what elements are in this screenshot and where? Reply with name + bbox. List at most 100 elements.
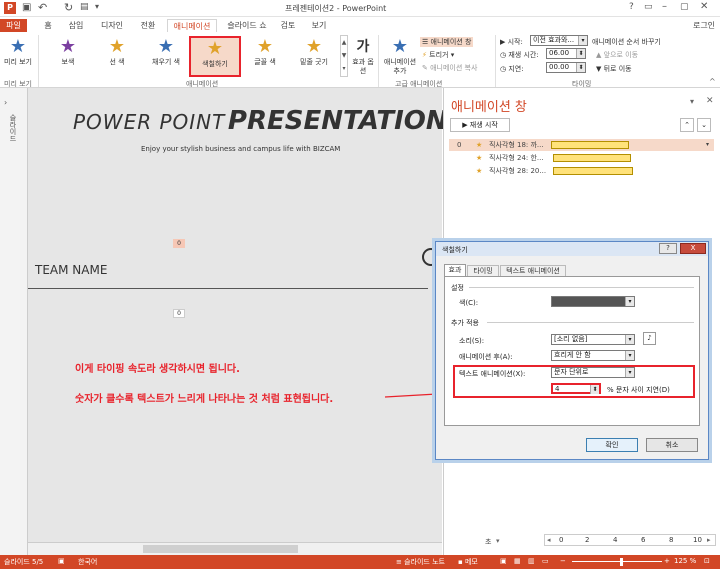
- tab-animations[interactable]: 애니메이션: [167, 19, 217, 32]
- tab-transitions[interactable]: 전환: [136, 19, 160, 32]
- painter-icon: ✎: [422, 64, 431, 72]
- scrollbar-thumb[interactable]: [143, 545, 298, 553]
- gallery-complementary[interactable]: ★ 보색: [44, 36, 92, 76]
- after-animation-select[interactable]: 흐리게 안 함 ▾: [551, 350, 635, 361]
- gallery-scroll[interactable]: ▲ ▼ ▾: [340, 35, 348, 77]
- star-icon: ★: [476, 167, 483, 175]
- tab-text-animation[interactable]: 텍스트 애니메이션: [500, 265, 566, 276]
- char-delay-input[interactable]: 4 ⬍: [551, 383, 601, 394]
- group-divider: [487, 322, 694, 323]
- timing-bar[interactable]: [553, 167, 633, 175]
- duration-input[interactable]: 06.00 ⬍: [546, 48, 586, 59]
- tab-slideshow[interactable]: 슬라이드 쇼: [224, 19, 270, 32]
- timing-bar[interactable]: [551, 141, 629, 149]
- slide-title[interactable]: POWER POINT PRESENTATION: [73, 106, 448, 136]
- slides-panel-collapsed[interactable]: › 슬라이드: [0, 88, 28, 555]
- speaker-icon[interactable]: ♪: [643, 332, 656, 345]
- gallery-brush-color[interactable]: ★ 색칠하기: [189, 36, 241, 77]
- team-name-text[interactable]: TEAM NAME: [35, 263, 107, 277]
- trigger-button[interactable]: ⚡ 트리거 ▾: [422, 50, 454, 60]
- collapse-ribbon-icon[interactable]: ^: [709, 77, 716, 86]
- close-icon[interactable]: ✕: [700, 1, 708, 12]
- reading-view-icon[interactable]: ▥: [528, 557, 535, 565]
- animation-order-badge[interactable]: 0: [173, 239, 185, 248]
- sorter-view-icon[interactable]: ▦: [514, 557, 521, 565]
- preview-button[interactable]: ★ 미리 보기: [0, 36, 36, 76]
- zoom-level[interactable]: 125 %: [674, 557, 696, 565]
- tab-home[interactable]: 홈: [40, 19, 56, 32]
- pane-options-icon[interactable]: ▾: [690, 97, 694, 106]
- move-later-button[interactable]: ▼ 뒤로 이동: [596, 64, 632, 74]
- login-link[interactable]: 로그인: [690, 19, 718, 32]
- close-pane-icon[interactable]: ✕: [706, 96, 714, 106]
- tab-view[interactable]: 보기: [308, 19, 330, 32]
- zoom-in-icon[interactable]: +: [664, 557, 670, 565]
- text-animation-select[interactable]: 문자 단위로 ▾: [551, 367, 635, 378]
- move-earlier-button[interactable]: ▲ 앞으로 이동: [596, 50, 638, 60]
- tab-file[interactable]: 파일: [0, 19, 27, 32]
- animation-pane-button[interactable]: ☰ 애니메이션 창: [420, 37, 474, 47]
- tab-design[interactable]: 디자인: [96, 19, 128, 32]
- animation-order-badge[interactable]: 0: [173, 309, 185, 318]
- start-label: ▶ 시작:: [500, 38, 523, 46]
- cancel-button[interactable]: 취소: [646, 438, 698, 452]
- language-label[interactable]: 한국어: [78, 557, 97, 567]
- ribbon-display-icon[interactable]: ▭: [644, 2, 653, 12]
- timeline-ruler[interactable]: ◂ 0 2 4 6 8 10 ▸: [544, 534, 716, 546]
- move-down-button[interactable]: ⌄: [697, 118, 711, 132]
- ruler-next-icon[interactable]: ▸: [707, 536, 711, 544]
- move-up-button[interactable]: ⌃: [680, 118, 694, 132]
- maximize-icon[interactable]: ▢: [680, 2, 689, 12]
- zoom-slider-thumb[interactable]: [620, 558, 623, 566]
- slide-canvas[interactable]: POWER POINT PRESENTATION Enjoy your styl…: [28, 88, 448, 555]
- tab-effect[interactable]: 효과: [444, 264, 466, 276]
- dialog-titlebar[interactable]: 색칠하기 ? X: [436, 242, 708, 256]
- gallery-font-color[interactable]: ★ 글꼴 색: [241, 36, 289, 76]
- customize-toolbar-icon[interactable]: ▾: [95, 2, 99, 11]
- animation-item[interactable]: 0 ★ 직사각형 18: 까... ▾: [449, 139, 714, 151]
- chevron-down-icon[interactable]: ▾: [706, 139, 709, 151]
- animation-item[interactable]: ★ 직사각형 24: 한...: [449, 152, 714, 164]
- star-icon: ★: [256, 36, 274, 57]
- sound-select[interactable]: [소리 없음] ▾: [551, 334, 635, 345]
- delay-input[interactable]: 00.00 ⬍: [546, 62, 586, 73]
- ok-button[interactable]: 확인: [586, 438, 638, 452]
- play-button[interactable]: ▶ 재생 시작: [450, 118, 510, 132]
- tab-timing[interactable]: 타이밍: [467, 265, 499, 276]
- fit-slide-icon[interactable]: ⊡: [704, 557, 710, 565]
- redo-icon[interactable]: ↻: [64, 1, 73, 14]
- ruler-prev-icon[interactable]: ◂: [547, 536, 551, 544]
- comments-button[interactable]: ▪ 메모: [458, 557, 478, 567]
- timing-bar[interactable]: [553, 154, 631, 162]
- help-icon[interactable]: ?: [629, 2, 634, 12]
- animation-painter-button[interactable]: ✎ 애니메이션 복사: [422, 63, 477, 73]
- save-icon[interactable]: ▣: [22, 2, 31, 13]
- add-animation-button[interactable]: ★ 애니메이션 추가: [380, 36, 420, 76]
- expand-panel-icon[interactable]: ›: [4, 98, 7, 107]
- powerpoint-logo-icon: P: [4, 2, 16, 14]
- effect-options-button[interactable]: 가 효과 옵션: [351, 36, 375, 76]
- normal-view-icon[interactable]: ▣: [500, 557, 507, 565]
- dialog-close-button[interactable]: X: [680, 243, 706, 254]
- color-picker[interactable]: ▾: [551, 296, 635, 307]
- start-from-beginning-icon[interactable]: ▤: [80, 2, 89, 12]
- tab-insert[interactable]: 삽입: [64, 19, 88, 32]
- minimize-icon[interactable]: –: [662, 1, 667, 12]
- slideshow-view-icon[interactable]: ▭: [542, 557, 549, 565]
- zoom-slider[interactable]: [572, 561, 662, 562]
- gallery-underline[interactable]: ★ 밑줄 긋기: [290, 36, 338, 76]
- gallery-fill-color[interactable]: ★ 채우기 색: [142, 36, 190, 76]
- start-select[interactable]: 이전 효과와... ▾: [530, 35, 588, 46]
- spinner-icon: ⬍: [590, 385, 599, 394]
- slide-subtitle[interactable]: Enjoy your stylish business and campus l…: [141, 145, 340, 153]
- help-button[interactable]: ?: [659, 243, 677, 254]
- zoom-out-icon[interactable]: −: [560, 557, 566, 565]
- animation-item[interactable]: ★ 직사각형 28: 20...: [449, 165, 714, 177]
- undo-icon[interactable]: ↶: [38, 1, 47, 14]
- horizontal-scrollbar[interactable]: [28, 542, 442, 555]
- gallery-line-color[interactable]: ★ 선 색: [93, 36, 141, 76]
- notes-button[interactable]: ≡ 슬라이드 노트: [396, 557, 445, 567]
- timeline-zoom-icon[interactable]: ▾: [496, 537, 500, 545]
- play-icon: ▶: [462, 121, 470, 129]
- tab-review[interactable]: 검토: [277, 19, 299, 32]
